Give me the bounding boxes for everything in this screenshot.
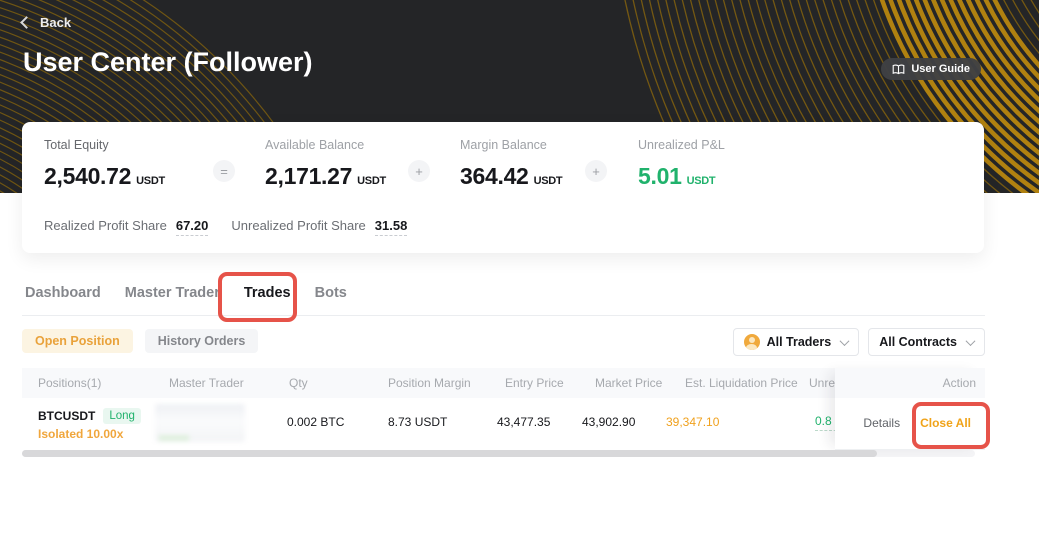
stat-unrealized-pnl: Unrealized P&L 5.01 USDT	[638, 138, 725, 190]
position-margin-value: 8.73 USDT	[388, 415, 447, 429]
stat-unit: USDT	[136, 175, 165, 187]
profit-share-label: Realized Profit Share	[44, 218, 167, 233]
col-entry-price: Entry Price	[505, 376, 564, 390]
action-sticky-column: Action Details Close All	[835, 368, 985, 450]
plus-icon: +	[408, 160, 430, 182]
col-qty: Qty	[289, 376, 308, 390]
stat-available-balance: Available Balance 2,171.27 USDT	[265, 138, 386, 190]
table-header-row: Positions(1) Master Trader Qty Position …	[22, 368, 835, 398]
tabs-divider	[22, 315, 985, 316]
qty-value: 0.002 BTC	[287, 415, 344, 429]
dropdown-label: All Traders	[767, 335, 832, 349]
stat-value: 2,171.27	[265, 163, 352, 189]
page-title: User Center (Follower)	[23, 47, 313, 78]
col-position-margin: Position Margin	[388, 376, 471, 390]
subtab-open-position[interactable]: Open Position	[22, 329, 133, 353]
stat-value: 2,540.72	[44, 163, 131, 189]
main-tabs: Dashboard Master Trader Trades Bots	[24, 285, 348, 301]
horizontal-scrollbar-thumb[interactable]	[22, 450, 877, 457]
chevron-left-icon	[20, 16, 33, 29]
col-unrealized-pnl: Unrealized P&L	[809, 376, 835, 390]
avatar-icon	[744, 334, 760, 350]
chevron-down-icon	[966, 336, 976, 346]
user-guide-label: User Guide	[911, 63, 970, 75]
position-row: BTCUSDT Long Isolated 10.00x 0.002 BTC 8…	[22, 398, 835, 449]
tab-dashboard[interactable]: Dashboard	[24, 285, 102, 301]
stat-unit: USDT	[534, 175, 563, 187]
stat-margin-balance: Margin Balance 364.42 USDT	[460, 138, 562, 190]
market-price-value: 43,902.90	[582, 415, 635, 429]
tab-trades[interactable]: Trades	[243, 285, 292, 301]
profit-share-value: 31.58	[375, 218, 408, 236]
stat-label: Margin Balance	[460, 138, 562, 152]
unrealized-profit-share: Unrealized Profit Share 31.58	[231, 218, 407, 236]
entry-price-value: 43,477.35	[497, 415, 550, 429]
stat-unit: USDT	[687, 175, 716, 187]
realized-profit-share: Realized Profit Share 67.20	[44, 218, 208, 236]
table-filters: All Traders All Contracts	[733, 328, 985, 356]
all-contracts-dropdown[interactable]: All Contracts	[868, 328, 985, 356]
stat-label: Available Balance	[265, 138, 386, 152]
details-link[interactable]: Details	[863, 416, 900, 430]
stat-value: 364.42	[460, 163, 529, 189]
positions-table-scroll-area: Positions(1) Master Trader Qty Position …	[22, 368, 835, 449]
tab-bots[interactable]: Bots	[314, 285, 348, 301]
side-badge: Long	[103, 408, 141, 424]
symbol-label: BTCUSDT	[38, 409, 95, 423]
stat-unit: USDT	[357, 175, 386, 187]
master-trader-masked	[155, 404, 245, 442]
profit-share-value: 67.20	[176, 218, 209, 236]
equals-icon: =	[213, 160, 235, 182]
back-label: Back	[40, 15, 71, 30]
stat-label: Total Equity	[44, 138, 165, 152]
all-traders-dropdown[interactable]: All Traders	[733, 328, 860, 356]
book-icon	[892, 64, 905, 75]
profit-share-label: Unrealized Profit Share	[231, 218, 365, 233]
position-subtabs: Open Position History Orders	[22, 329, 258, 353]
col-est-liquidation-price: Est. Liquidation Price	[685, 376, 798, 390]
stat-value: 5.01	[638, 163, 682, 189]
est-liquidation-price-value: 39,347.10	[666, 415, 719, 429]
close-all-button[interactable]: Close All	[920, 416, 971, 430]
back-button[interactable]: Back	[22, 15, 71, 30]
equity-summary-card: Total Equity 2,540.72 USDT = Available Ba…	[22, 122, 984, 253]
plus-icon: +	[585, 160, 607, 182]
stat-total-equity: Total Equity 2,540.72 USDT	[44, 138, 165, 190]
col-market-price: Market Price	[595, 376, 662, 390]
unrealized-pnl-value: 0.8	[815, 414, 835, 431]
dropdown-label: All Contracts	[879, 335, 957, 349]
subtab-history-orders[interactable]: History Orders	[145, 329, 259, 353]
col-master-trader: Master Trader	[169, 376, 244, 390]
tab-master-trader[interactable]: Master Trader	[124, 285, 221, 301]
chevron-down-icon	[840, 336, 850, 346]
profit-share-row: Realized Profit Share 67.20 Unrealized P…	[44, 218, 407, 236]
user-guide-button[interactable]: User Guide	[881, 58, 981, 80]
col-positions: Positions(1)	[38, 376, 101, 390]
margin-mode-label: Isolated 10.00x	[38, 427, 123, 441]
stat-label: Unrealized P&L	[638, 138, 725, 152]
col-action: Action	[835, 368, 985, 398]
